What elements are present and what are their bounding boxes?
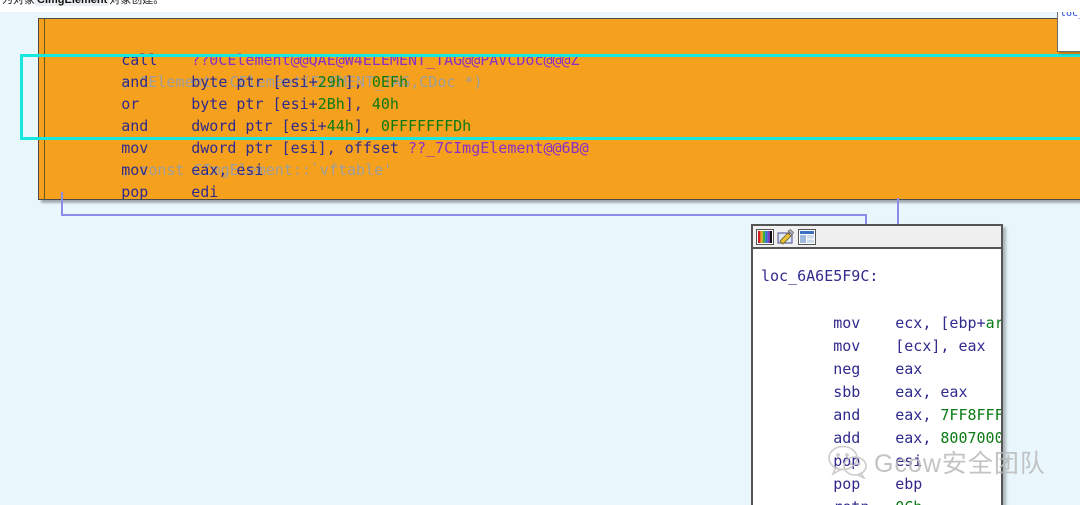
asm-line-pop-edi[interactable]: pop edi <box>39 159 1080 199</box>
asm-line-and[interactable]: andeax, 7FF8FFF2h <box>761 381 1001 424</box>
asm-line-mov-ecx[interactable]: movecx, [ebp+arg_8] <box>761 289 1001 332</box>
asm-line-pop-esi[interactable]: pop esi <box>761 427 1001 470</box>
asm-line: pusheax ; d <box>39 19 1080 27</box>
article-text-prefix: 为对象 <box>2 0 35 6</box>
asm-line-retn[interactable]: retn0Ch <box>761 473 1001 505</box>
asm-line-pop-ebp[interactable]: pop ebp <box>761 450 1001 493</box>
asm-line-mov-vftable[interactable]: mov dword ptr [esi], offset ??_7CImgEleme… <box>39 115 1080 179</box>
asm-line-call[interactable]: call ??0CElement@@QAE@W4ELEMENT_TAG@@PAVC… <box>39 27 1080 91</box>
asm-line-add[interactable]: addeax, 8007000Eh <box>761 404 1001 447</box>
article-text-suffix: 对象创建。 <box>109 0 165 6</box>
article-text-strip: 为对象 CImgElement 对象创建。 <box>0 0 1080 12</box>
right-edge-partial-block[interactable]: loc_6A6E5... <box>1057 12 1080 52</box>
asm-mnemonic: pop <box>121 183 149 200</box>
asm-line-and-2[interactable]: and dword ptr [esi+44h], 0FFFFFFFDh <box>39 93 1080 135</box>
window-layout-icon[interactable] <box>798 228 816 245</box>
article-text-highlight: CImgElement <box>35 0 110 6</box>
target-basic-block[interactable]: loc_6A6E5F9C: movecx, [ebp+arg_8] mov[ec… <box>751 224 1003 505</box>
asm-operands: 0Ch <box>895 498 922 505</box>
color-palette-icon[interactable] <box>756 228 774 245</box>
block-body[interactable]: loc_6A6E5F9C: movecx, [ebp+arg_8] mov[ec… <box>753 249 1001 505</box>
asm-line-or[interactable]: or byte ptr [esi+2Bh], 40h <box>39 71 1080 113</box>
asm-line-sbb[interactable]: sbb eax, eax <box>761 358 1001 401</box>
graph-canvas[interactable]: pusheax ; d call??0CElement@@QAE@W4ELEME… <box>0 12 1080 505</box>
asm-line-mov-eax[interactable]: mov eax, esi <box>39 137 1080 179</box>
orange-basic-block[interactable]: pusheax ; d call??0CElement@@QAE@W4ELEME… <box>38 18 1080 200</box>
clipped-instruction-row: pusheax ; d <box>39 19 1080 27</box>
asm-mnemonic: retn <box>833 496 895 505</box>
right-edge-block-label: loc_6A6E5... <box>1060 12 1080 19</box>
block-label: loc_6A6E5F9C: <box>761 267 879 285</box>
asm-operands: edi <box>191 183 219 200</box>
asm-line-neg[interactable]: neg eax <box>761 335 1001 378</box>
asm-line-mov-ecx-eax[interactable]: mov [ecx], eax <box>761 312 1001 355</box>
edit-pencil-icon[interactable] <box>777 228 795 245</box>
block-titlebar[interactable] <box>753 226 1001 249</box>
asm-line-and-1[interactable]: and byte ptr [esi+29h], 0EFh <box>39 49 1080 91</box>
